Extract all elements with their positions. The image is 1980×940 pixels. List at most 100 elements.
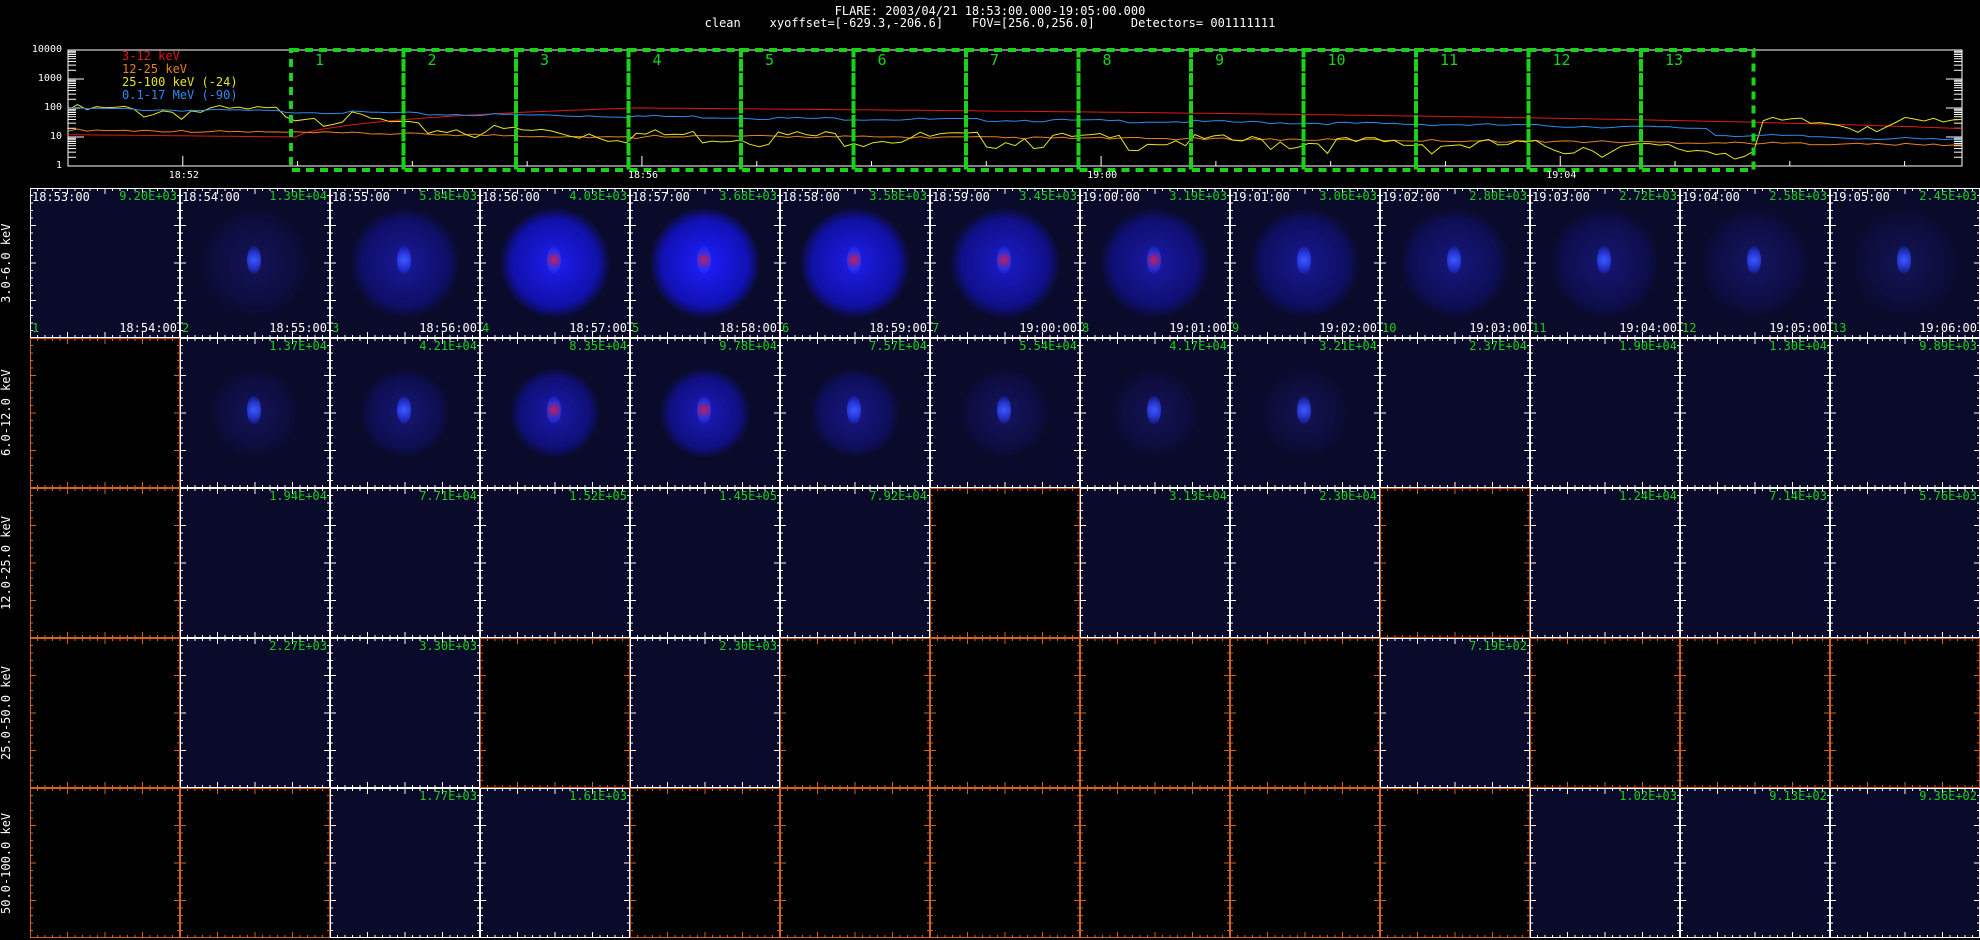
image-cell: 3.21E+04 <box>1230 338 1380 488</box>
cell-axes <box>630 638 780 788</box>
image-max-value: 2.58E+03 <box>1769 189 1827 203</box>
image-cell <box>1830 638 1980 788</box>
image-cell: 7.71E+04 <box>330 488 480 638</box>
image-cell: 7.92E+04 <box>780 488 930 638</box>
cell-frame <box>180 188 330 338</box>
interval-index: 3 <box>332 321 340 335</box>
cell-axes <box>480 788 630 938</box>
cell-axes <box>1230 338 1380 488</box>
cell-axes <box>1830 188 1980 338</box>
image-max-value: 9.20E+03 <box>119 189 177 203</box>
image-max-value: 7.57E+04 <box>869 339 927 353</box>
image-cell <box>180 788 330 938</box>
image-max-value: 9.89E+03 <box>1919 339 1977 353</box>
cell-axes <box>330 638 480 788</box>
cell-axes <box>1080 338 1230 488</box>
interval-index: 2 <box>182 321 190 335</box>
cell-axes <box>1680 188 1830 338</box>
image-max-value: 3.21E+04 <box>1319 339 1377 353</box>
image-max-value: 2.30E+03 <box>719 639 777 653</box>
cell-axes <box>1380 488 1530 638</box>
interval-box <box>1301 48 1418 172</box>
interval-end-time: 18:59:00 <box>869 321 927 335</box>
legend-entry: 25-100 keV (-24) <box>122 75 238 89</box>
cell-axes <box>1680 638 1830 788</box>
image-max-value: 1.90E+04 <box>1619 339 1677 353</box>
x-tick-label: 19:00 <box>1087 170 1118 181</box>
cell-frame <box>30 638 180 788</box>
cell-frame <box>330 788 480 938</box>
image-max-value: 2.80E+03 <box>1469 189 1527 203</box>
cell-axes <box>30 338 180 488</box>
cell-frame <box>1380 188 1530 338</box>
cell-frame <box>1530 488 1680 638</box>
cell-axes <box>630 788 780 938</box>
cell-axes <box>630 488 780 638</box>
image-max-value: 1.39E+04 <box>269 189 327 203</box>
cell-axes <box>630 188 780 338</box>
image-cell: 3.68E+03 18:57:00 18:58:00 5 <box>630 188 780 338</box>
image-cell: 1.90E+04 <box>1530 338 1680 488</box>
image-max-value: 8.35E+04 <box>569 339 627 353</box>
interval-label: 12 <box>1552 51 1571 69</box>
interval-end-time: 19:04:00 <box>1619 321 1677 335</box>
interval-end-time: 19:05:00 <box>1769 321 1827 335</box>
image-cell <box>1530 638 1680 788</box>
image-cell <box>1080 788 1230 938</box>
interval-box <box>289 48 406 172</box>
image-max-value: 7.14E+03 <box>1769 489 1827 503</box>
cell-frame <box>330 188 480 338</box>
cell-frame <box>1530 638 1680 788</box>
interval-start-time: 18:57:00 <box>632 190 690 204</box>
cell-axes <box>1080 638 1230 788</box>
image-cell: 9.89E+03 <box>1830 338 1980 488</box>
image-cell: 2.58E+03 19:04:00 19:05:00 12 <box>1680 188 1830 338</box>
cell-frame <box>180 338 330 488</box>
cell-frame <box>780 638 930 788</box>
image-cell: 5.54E+04 <box>930 338 1080 488</box>
interval-index: 5 <box>632 321 640 335</box>
image-max-value: 2.45E+03 <box>1919 189 1977 203</box>
image-cell: 1.45E+05 <box>630 488 780 638</box>
cell-frame <box>480 338 630 488</box>
cell-axes <box>1380 188 1530 338</box>
image-cell <box>1380 488 1530 638</box>
cell-axes <box>1530 338 1680 488</box>
image-max-value: 7.19E+02 <box>1469 639 1527 653</box>
band-label: 50.0-100.0 keV <box>0 812 13 914</box>
image-cell <box>30 638 180 788</box>
image-max-value: 7.92E+04 <box>869 489 927 503</box>
cell-axes <box>480 488 630 638</box>
interval-end-time: 19:06:00 <box>1919 321 1977 335</box>
image-max-value: 4.03E+03 <box>569 189 627 203</box>
cell-frame <box>930 188 1080 338</box>
image-cell: 2.30E+03 <box>630 638 780 788</box>
interval-end-time: 19:03:00 <box>1469 321 1527 335</box>
interval-start-time: 18:53:00 <box>32 190 90 204</box>
image-cell: 3.19E+03 19:00:00 19:01:00 8 <box>1080 188 1230 338</box>
cell-axes <box>1830 488 1980 638</box>
image-cell: 2.80E+03 19:02:00 19:03:00 10 <box>1380 188 1530 338</box>
image-cell: 3.58E+03 18:58:00 18:59:00 6 <box>780 188 930 338</box>
image-max-value: 1.37E+04 <box>269 339 327 353</box>
cell-axes <box>1080 188 1230 338</box>
interval-box <box>1639 48 1756 172</box>
interval-start-time: 19:00:00 <box>1082 190 1140 204</box>
interval-end-time: 18:56:00 <box>419 321 477 335</box>
cell-frame <box>1530 338 1680 488</box>
cell-frame <box>930 788 1080 938</box>
cell-frame <box>180 488 330 638</box>
band-label: 3.0-6.0 keV <box>0 223 13 303</box>
image-cell: 1.52E+05 <box>480 488 630 638</box>
legend-entry: 3-12 keV <box>122 49 180 63</box>
interval-end-time: 18:55:00 <box>269 321 327 335</box>
image-max-value: 3.19E+03 <box>1169 189 1227 203</box>
image-cell: 4.17E+04 <box>1080 338 1230 488</box>
interval-label: 2 <box>427 51 437 69</box>
image-cell <box>630 788 780 938</box>
cell-axes <box>180 788 330 938</box>
y-tick-label: 100 <box>43 102 62 113</box>
image-cell: 1.24E+04 <box>1530 488 1680 638</box>
interval-index: 4 <box>482 321 490 335</box>
image-max-value: 3.30E+03 <box>419 639 477 653</box>
